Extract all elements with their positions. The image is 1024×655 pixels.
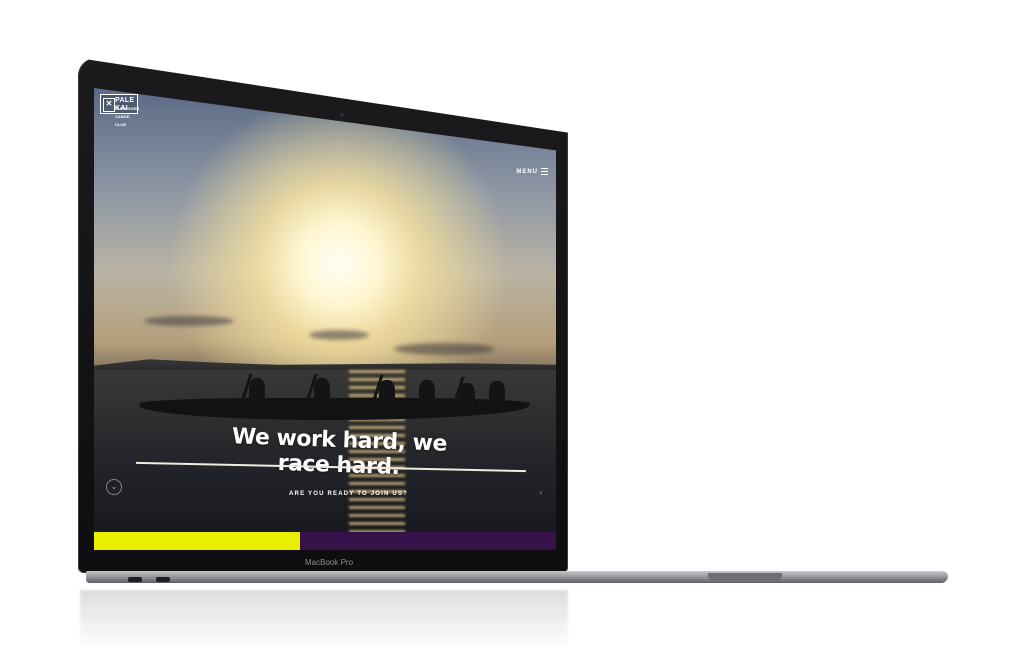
paddler	[459, 383, 475, 409]
paddler	[249, 378, 265, 404]
progress-bar-purple	[300, 532, 556, 550]
arrow-right-icon[interactable]: ›	[539, 488, 542, 497]
device-brand-label: MacBook Pro	[305, 558, 354, 567]
cloud	[394, 343, 494, 355]
paddler	[419, 380, 435, 406]
hero-headline: We work hard, we race hard.	[231, 424, 448, 481]
progress-bar-yellow	[94, 532, 300, 550]
cloud	[309, 330, 369, 340]
site-logo[interactable]: ✕ PALE KAI OUTRIGGER CANOE CLUB	[100, 94, 139, 127]
logo-subtitle: OUTRIGGER CANOE CLUB	[115, 106, 140, 127]
paddler	[489, 381, 505, 407]
laptop-hinge-notch	[708, 573, 782, 581]
chevron-down-icon[interactable]: ⌄	[106, 479, 122, 495]
webcam	[340, 113, 344, 117]
usb-c-port	[156, 577, 170, 582]
laptop-base	[86, 571, 948, 583]
laptop-reflection	[80, 590, 568, 650]
paddler	[379, 380, 395, 406]
usb-c-port	[128, 577, 142, 582]
website-screen: ✕ PALE KAI OUTRIGGER CANOE CLUB MENU We …	[94, 88, 556, 550]
x-mark-icon: ✕	[103, 98, 115, 112]
menu-label: MENU	[516, 168, 538, 175]
menu-button[interactable]: MENU	[516, 168, 548, 175]
hamburger-icon	[541, 168, 548, 175]
join-cta-link[interactable]: ARE YOU READY TO JOIN US?	[289, 491, 408, 497]
paddler	[314, 378, 330, 404]
cloud	[144, 316, 234, 326]
